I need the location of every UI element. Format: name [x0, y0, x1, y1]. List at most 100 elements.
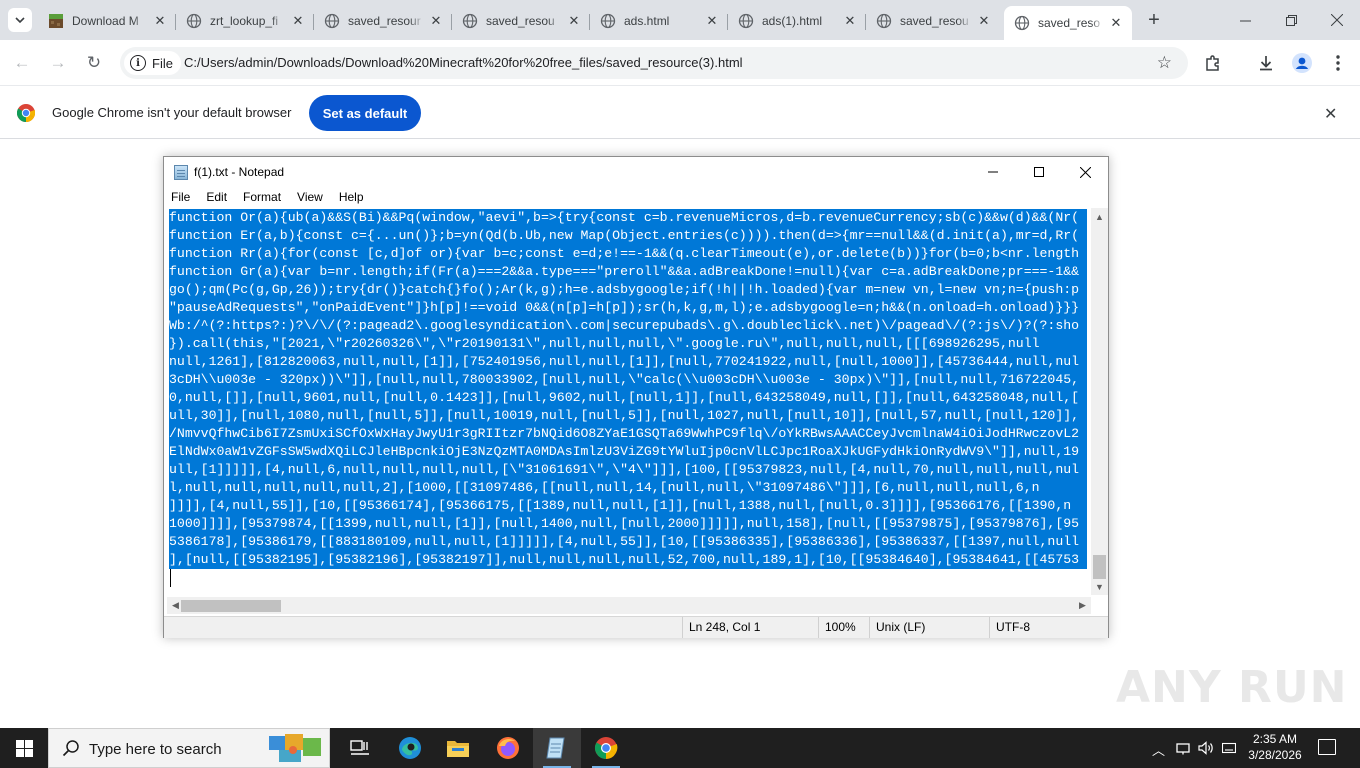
vertical-scrollbar[interactable]: ▲ ▼: [1091, 208, 1108, 595]
volume-icon[interactable]: [1198, 741, 1214, 755]
search-icon: [62, 740, 79, 757]
taskbar-edge[interactable]: [386, 728, 434, 768]
plus-icon: +: [1148, 8, 1160, 31]
globe-icon: [324, 13, 340, 29]
globe-icon: [738, 13, 754, 29]
tab-search-button[interactable]: [8, 8, 32, 32]
encoding: UTF-8: [989, 617, 1030, 638]
reload-icon: ↻: [86, 53, 102, 72]
menu-file[interactable]: File: [164, 190, 198, 204]
notepad-text-area[interactable]: function Or(a){ub(a)&&S(Bi)&&Pq(window,"…: [167, 208, 1087, 595]
tab-saved-resource-3[interactable]: saved_resou ✕: [866, 6, 1000, 36]
firefox-icon: [497, 737, 519, 759]
close-window-button[interactable]: [1314, 0, 1360, 40]
chevron-down-icon: [15, 17, 25, 24]
close-infobar-icon[interactable]: ✕: [1324, 104, 1337, 124]
site-chip-label: File: [152, 55, 173, 71]
edge-icon: [399, 737, 421, 759]
new-tab-button[interactable]: +: [1143, 9, 1165, 31]
menu-edit[interactable]: Edit: [198, 190, 235, 204]
windows-logo-icon: [15, 739, 33, 757]
close-tab-icon[interactable]: ✕: [428, 13, 444, 29]
chrome-icon: [595, 737, 618, 759]
horizontal-scrollbar[interactable]: ◀ ▶: [167, 597, 1091, 614]
notepad-maximize-button[interactable]: [1016, 157, 1062, 187]
text-line: /NmvvQfhwCib6I7ZsmUxiSCfOxWxHayJwyU1r3gR…: [169, 425, 1087, 443]
taskbar-clock[interactable]: 2:35 AM 3/28/2026: [1241, 731, 1309, 763]
taskbar-notepad[interactable]: [533, 728, 581, 768]
scroll-up-arrow-icon[interactable]: ▲: [1091, 208, 1108, 225]
tab-ads-html[interactable]: ads.html ✕: [590, 6, 728, 36]
forward-button[interactable]: →: [44, 49, 72, 77]
close-tab-icon[interactable]: ✕: [704, 13, 720, 29]
menu-button[interactable]: [1324, 49, 1352, 77]
notepad-minimize-button[interactable]: [970, 157, 1016, 187]
tab-title: zrt_lookup_fi: [210, 14, 279, 28]
keyboard-icon[interactable]: [1222, 741, 1236, 755]
menu-help[interactable]: Help: [331, 190, 372, 204]
notepad-close-button[interactable]: [1062, 157, 1108, 187]
url-text[interactable]: C:/Users/admin/Downloads/Download%20Mine…: [184, 55, 743, 70]
show-hidden-icons-icon[interactable]: ︿: [1152, 740, 1165, 759]
avatar-icon: [1292, 53, 1312, 73]
zoom-level: 100%: [818, 617, 856, 638]
task-view-button[interactable]: [336, 728, 384, 768]
extensions-button[interactable]: [1199, 49, 1227, 77]
vertical-scroll-thumb[interactable]: [1093, 555, 1106, 579]
tab-download-minecraft[interactable]: Download M ✕: [38, 6, 176, 36]
close-tab-icon[interactable]: ✕: [1108, 15, 1124, 31]
menu-format[interactable]: Format: [235, 190, 289, 204]
notepad-icon: [546, 737, 565, 759]
set-as-default-button[interactable]: Set as default: [309, 95, 421, 131]
notepad-menubar: File Edit Format View Help: [164, 187, 1108, 207]
start-button[interactable]: [0, 728, 48, 768]
close-tab-icon[interactable]: ✕: [152, 13, 168, 29]
taskbar-search-box[interactable]: Type here to search: [48, 728, 330, 768]
notepad-titlebar[interactable]: f(1).txt - Notepad: [164, 157, 1108, 187]
downloads-button[interactable]: [1252, 49, 1280, 77]
text-line: Wb:/^(?:https?:)?\/\/(?:pagead2\.googles…: [169, 317, 1087, 335]
profile-button[interactable]: [1288, 49, 1316, 77]
back-button[interactable]: ←: [8, 49, 36, 77]
site-info-chip[interactable]: i File: [124, 51, 181, 75]
tab-saved-resource-active[interactable]: saved_reso ✕: [1004, 6, 1132, 40]
taskbar-firefox[interactable]: [484, 728, 532, 768]
minecraft-icon: [48, 13, 64, 29]
widgets-icon[interactable]: [265, 730, 327, 766]
tab-title: ads.html: [624, 14, 670, 28]
close-tab-icon[interactable]: ✕: [976, 13, 992, 29]
tab-title: saved_resour: [348, 14, 421, 28]
tab-saved-resource-2[interactable]: saved_resou ✕: [452, 6, 590, 36]
taskbar-chrome[interactable]: [582, 728, 630, 768]
clock-time: 2:35 AM: [1252, 732, 1298, 746]
horizontal-scroll-thumb[interactable]: [181, 600, 281, 612]
restore-icon: [1285, 14, 1297, 26]
restore-button[interactable]: [1268, 0, 1314, 40]
text-line: l,null,null,null,null,null,2],[1000,[[31…: [169, 479, 1087, 497]
tab-zrt-lookup[interactable]: zrt_lookup_fi ✕: [176, 6, 314, 36]
close-tab-icon[interactable]: ✕: [566, 13, 582, 29]
taskbar-file-explorer[interactable]: [434, 728, 482, 768]
scroll-down-arrow-icon[interactable]: ▼: [1091, 578, 1108, 595]
arrow-left-icon: ←: [13, 53, 31, 72]
tab-ads-1-html[interactable]: ads(1).html ✕: [728, 6, 866, 36]
minimize-button[interactable]: [1222, 0, 1268, 40]
close-tab-icon[interactable]: ✕: [290, 13, 306, 29]
reload-button[interactable]: ↻: [80, 49, 108, 77]
text-line: 3cDH\\u003e - 320px))\"]],[null,null,780…: [169, 371, 1087, 389]
notepad-window: f(1).txt - Notepad File Edit Format View…: [163, 156, 1109, 638]
kebab-menu-icon: [1336, 55, 1340, 71]
notification-center-icon[interactable]: [1318, 739, 1336, 755]
tab-title: Download M: [72, 14, 139, 28]
tab-saved-resource-1[interactable]: saved_resour ✕: [314, 6, 452, 36]
selected-text-block: function Or(a){ub(a)&&S(Bi)&&Pq(window,"…: [169, 209, 1087, 587]
scroll-right-arrow-icon[interactable]: ▶: [1074, 597, 1091, 614]
info-icon: i: [130, 55, 146, 71]
cursor-position: Ln 248, Col 1: [682, 617, 760, 638]
address-bar[interactable]: i File C:/Users/admin/Downloads/Download…: [120, 47, 1188, 79]
notepad-statusbar: Ln 248, Col 1 100% Unix (LF) UTF-8: [164, 616, 1108, 638]
network-icon[interactable]: [1176, 741, 1190, 755]
bookmark-star-icon[interactable]: ☆: [1157, 53, 1172, 73]
menu-view[interactable]: View: [289, 190, 331, 204]
close-tab-icon[interactable]: ✕: [842, 13, 858, 29]
